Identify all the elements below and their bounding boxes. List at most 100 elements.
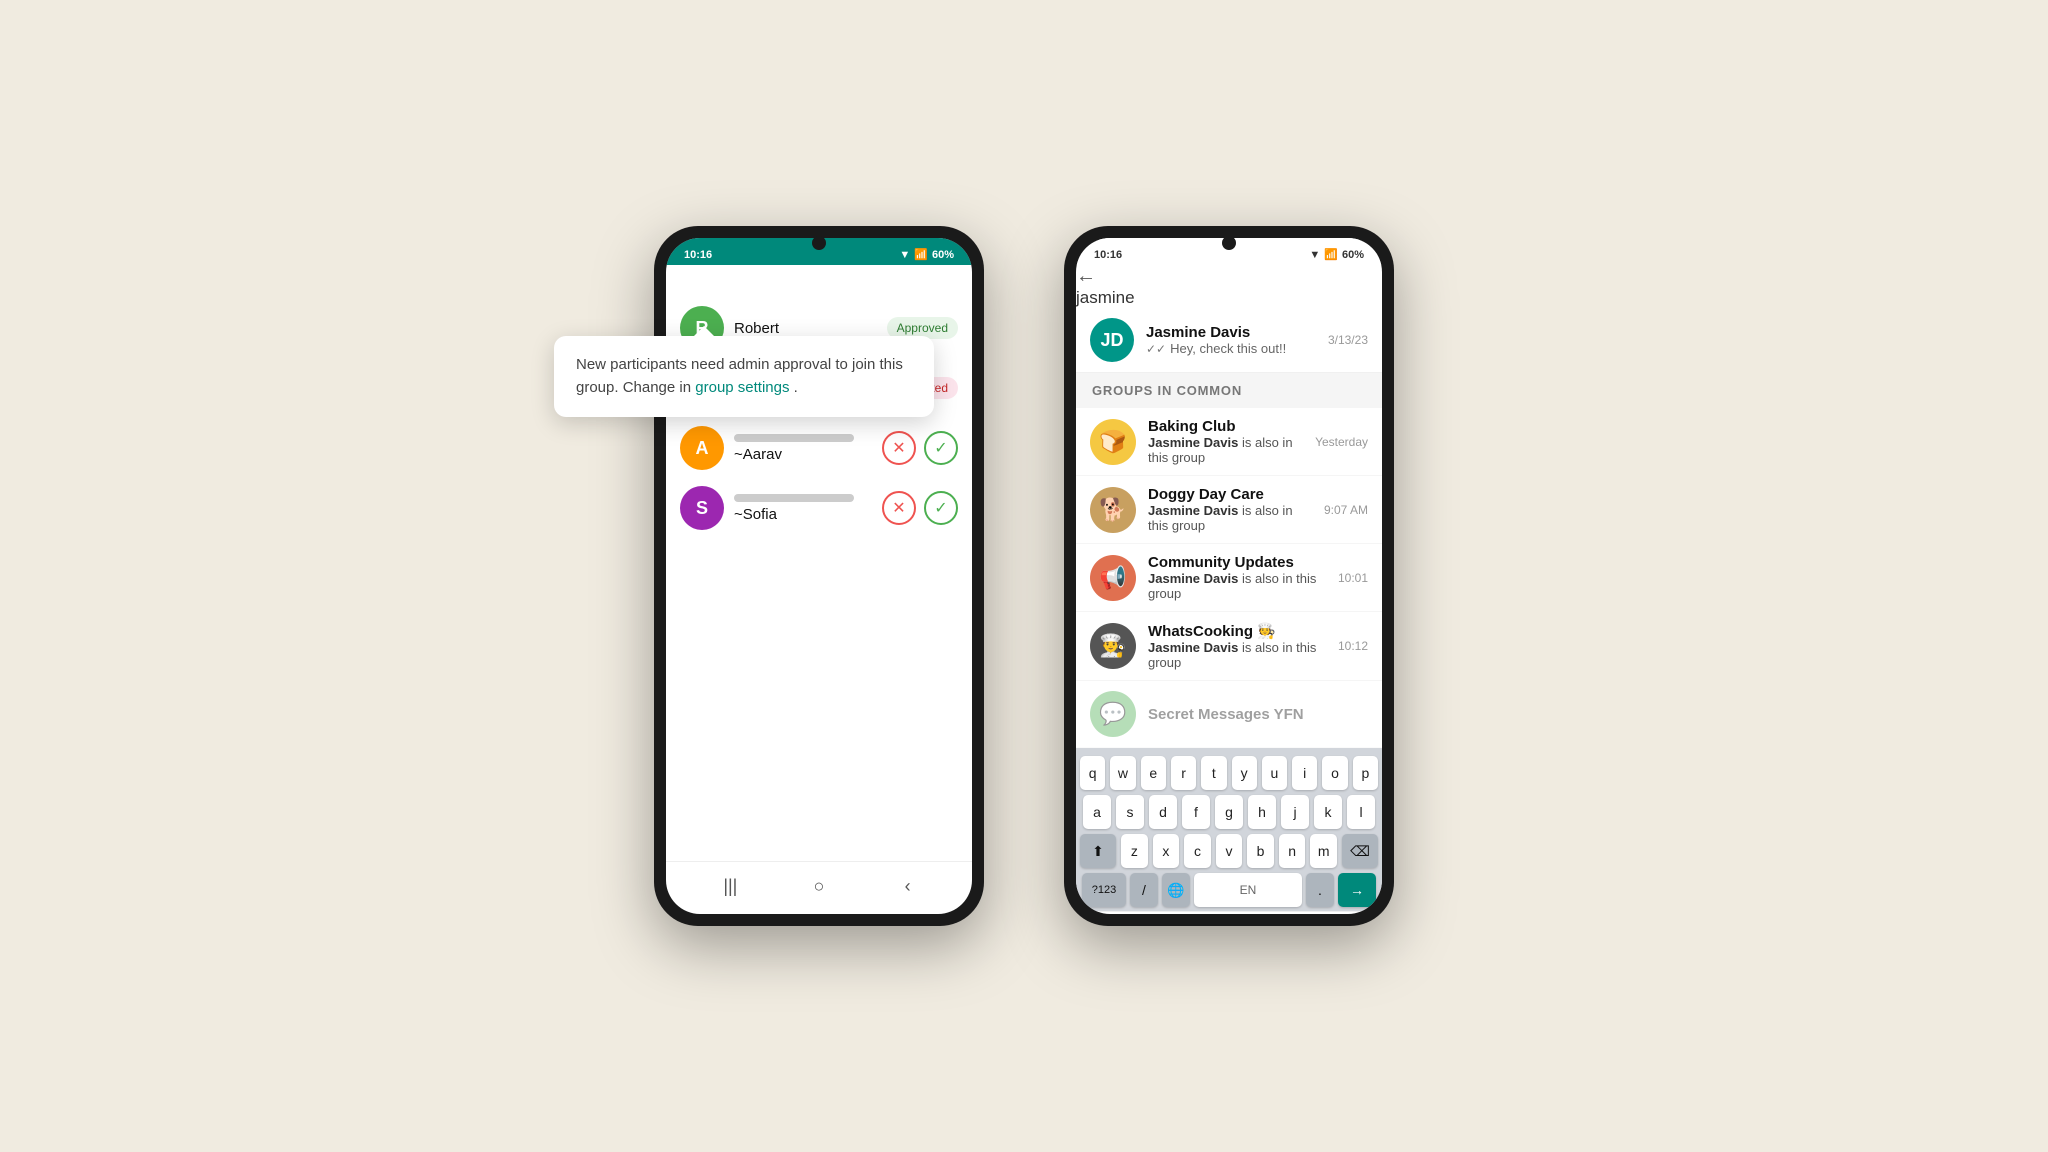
key-p[interactable]: p — [1353, 756, 1378, 790]
group-time-doggy: 9:07 AM — [1324, 503, 1368, 517]
nav-back-1[interactable]: ‹ — [894, 872, 922, 900]
keyboard: q w e r t y u i o p a s d f g — [1076, 748, 1382, 911]
key-w[interactable]: w — [1110, 756, 1135, 790]
key-k[interactable]: k — [1314, 795, 1342, 829]
key-b[interactable]: b — [1247, 834, 1274, 868]
group-member-cooking: Jasmine Davis — [1148, 640, 1238, 655]
key-i[interactable]: i — [1292, 756, 1317, 790]
search-header: ← jasmine — [1076, 265, 1382, 308]
key-e[interactable]: e — [1141, 756, 1166, 790]
group-sub-doggy: Jasmine Davis is also in this group — [1148, 503, 1312, 533]
group-member-community: Jasmine Davis — [1148, 571, 1238, 586]
group-name-community: Community Updates — [1148, 554, 1326, 571]
wifi-icon-1: 📶 — [914, 248, 928, 261]
key-shift[interactable]: ⬆ — [1080, 834, 1116, 868]
key-c[interactable]: c — [1184, 834, 1211, 868]
phone-2: 10:16 ▼ 📶 60% ← jasmine JD Jasmine Davis — [1064, 226, 1394, 926]
group-sub-cooking: Jasmine Davis is also in this group — [1148, 640, 1326, 670]
key-d[interactable]: d — [1149, 795, 1177, 829]
keyboard-row-1: q w e r t y u i o p — [1080, 756, 1378, 790]
tick-icon: ✓✓ — [1146, 342, 1166, 356]
wifi-icon-2: 📶 — [1324, 248, 1338, 261]
blurred-name — [734, 494, 854, 502]
key-x[interactable]: x — [1153, 834, 1180, 868]
battery-1: 60% — [932, 249, 954, 261]
key-u[interactable]: u — [1262, 756, 1287, 790]
key-o[interactable]: o — [1322, 756, 1347, 790]
key-n[interactable]: n — [1279, 834, 1306, 868]
group-avatar-cooking: 👨‍🍳 — [1090, 623, 1136, 669]
key-t[interactable]: t — [1201, 756, 1226, 790]
contact-result[interactable]: JD Jasmine Davis ✓✓ Hey, check this out!… — [1076, 308, 1382, 373]
key-y[interactable]: y — [1232, 756, 1257, 790]
nav-menu-1[interactable]: ||| — [716, 872, 744, 900]
nav-home-1[interactable]: ○ — [805, 872, 833, 900]
group-avatar-baking: 🍞 — [1090, 419, 1136, 465]
key-m[interactable]: m — [1310, 834, 1337, 868]
signal-icon-2: ▼ — [1309, 249, 1320, 261]
keyboard-row-2: a s d f g h j k l — [1080, 795, 1378, 829]
key-v[interactable]: v — [1216, 834, 1243, 868]
notch-1 — [812, 236, 826, 250]
keyboard-row-3: ⬆ z x c v b n m ⌫ — [1080, 834, 1378, 868]
list-item: S ~Sofia ✕ ✓ — [666, 478, 972, 538]
contact-sub: ✓✓ Hey, check this out!! — [1146, 341, 1316, 356]
key-backspace[interactable]: ⌫ — [1342, 834, 1378, 868]
key-s[interactable]: s — [1116, 795, 1144, 829]
participant-name: ~Aarav — [734, 446, 872, 463]
key-f[interactable]: f — [1182, 795, 1210, 829]
group-item-baking[interactable]: 🍞 Baking Club Jasmine Davis is also in t… — [1076, 408, 1382, 476]
key-q[interactable]: q — [1080, 756, 1105, 790]
back-button-1[interactable]: ← — [666, 267, 686, 289]
group-avatar-partial: 💬 — [1090, 691, 1136, 737]
key-a[interactable]: a — [1083, 795, 1111, 829]
group-time-baking: Yesterday — [1315, 435, 1368, 449]
reject-button[interactable]: ✕ — [882, 491, 916, 525]
back-button-2[interactable]: ← — [1076, 265, 1096, 287]
group-item-cooking[interactable]: 👨‍🍳 WhatsCooking 🧑‍🍳 Jasmine Davis is al… — [1076, 612, 1382, 681]
group-info-cooking: WhatsCooking 🧑‍🍳 Jasmine Davis is also i… — [1148, 622, 1326, 670]
group-sub-baking: Jasmine Davis is also in this group — [1148, 435, 1303, 465]
notch-2 — [1222, 236, 1236, 250]
contact-avatar: JD — [1090, 318, 1134, 362]
time-1: 10:16 — [684, 249, 712, 261]
key-l[interactable]: l — [1347, 795, 1375, 829]
tooltip-link[interactable]: group settings — [695, 379, 789, 396]
approve-button[interactable]: ✓ — [924, 431, 958, 465]
contact-date: 3/13/23 — [1328, 333, 1368, 347]
key-123[interactable]: ?123 — [1082, 873, 1126, 907]
group-item-doggy[interactable]: 🐕 Doggy Day Care Jasmine Davis is also i… — [1076, 476, 1382, 544]
phone-1: 10:16 ▼ 📶 60% ← Pending participants ⋮ R — [654, 226, 984, 926]
key-dot[interactable]: . — [1306, 873, 1334, 907]
group-member-doggy: Jasmine Davis — [1148, 503, 1238, 518]
action-buttons: ✕ ✓ — [882, 431, 958, 465]
keyboard-row-4: ?123 / 🌐 EN . → — [1080, 873, 1378, 907]
key-z[interactable]: z — [1121, 834, 1148, 868]
group-info-partial: Secret Messages YFN — [1148, 706, 1368, 723]
key-globe[interactable]: 🌐 — [1162, 873, 1190, 907]
reject-button[interactable]: ✕ — [882, 431, 916, 465]
key-space[interactable]: EN — [1194, 873, 1302, 907]
app-header-1: ← Pending participants ⋮ — [666, 265, 972, 290]
approve-button[interactable]: ✓ — [924, 491, 958, 525]
time-2: 10:16 — [1094, 249, 1122, 261]
battery-2: 60% — [1342, 249, 1364, 261]
key-slash[interactable]: / — [1130, 873, 1158, 907]
tooltip-tail — [694, 326, 714, 336]
phone-nav-2: ||| ○ ‹ — [1076, 911, 1382, 914]
page-title-1: Pending participants — [690, 268, 853, 288]
key-r[interactable]: r — [1171, 756, 1196, 790]
more-button-1[interactable]: ⋮ — [858, 267, 878, 289]
list-item: A ~Aarav ✕ ✓ — [666, 418, 972, 478]
participant-info: ~Aarav — [734, 434, 872, 463]
key-send[interactable]: → — [1338, 873, 1376, 907]
group-member-baking: Jasmine Davis — [1148, 435, 1238, 450]
key-j[interactable]: j — [1281, 795, 1309, 829]
key-h[interactable]: h — [1248, 795, 1276, 829]
avatar: A — [680, 426, 724, 470]
group-item-community[interactable]: 📢 Community Updates Jasmine Davis is als… — [1076, 544, 1382, 612]
group-sub-community: Jasmine Davis is also in this group — [1148, 571, 1326, 601]
key-g[interactable]: g — [1215, 795, 1243, 829]
search-input[interactable]: jasmine — [1076, 288, 1382, 308]
group-name-cooking: WhatsCooking 🧑‍🍳 — [1148, 622, 1326, 640]
